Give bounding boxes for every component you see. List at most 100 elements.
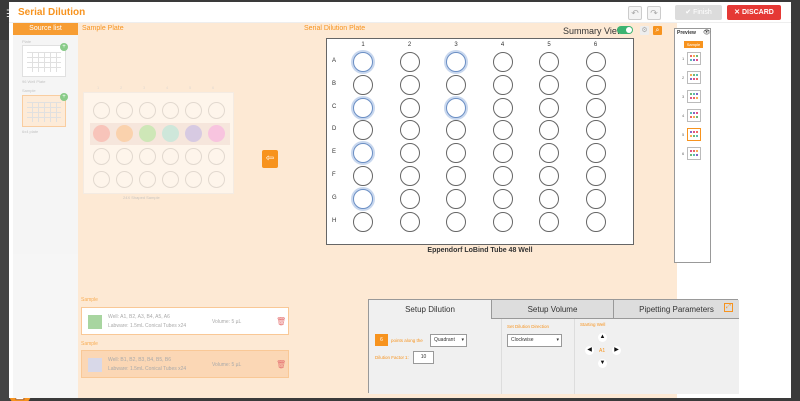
plate-well[interactable] (539, 143, 559, 164)
settings-icon[interactable]: ⚙ (640, 26, 649, 35)
tab-pipetting-parameters[interactable]: Pipetting Parameters (614, 300, 739, 319)
plate-well[interactable] (446, 211, 466, 232)
plate-well[interactable] (446, 97, 466, 118)
plate-well[interactable] (353, 120, 373, 141)
plate-well[interactable] (353, 166, 373, 186)
plate-well[interactable] (446, 120, 466, 141)
plate-well[interactable] (353, 74, 373, 95)
plate-well[interactable] (539, 120, 559, 141)
plate-well[interactable] (585, 52, 606, 72)
plate-well[interactable] (446, 166, 466, 186)
expand-icon[interactable]: ⤢ (724, 303, 733, 312)
plate-well[interactable] (492, 120, 513, 141)
sample-well[interactable] (93, 102, 110, 119)
plate-well[interactable] (399, 166, 420, 186)
sample-well[interactable] (116, 102, 133, 119)
sample-well[interactable] (93, 125, 110, 142)
plate-well[interactable] (353, 211, 373, 232)
sample-well[interactable] (185, 125, 202, 142)
sample-well[interactable] (185, 171, 202, 188)
plate-well[interactable] (446, 188, 466, 209)
sample-well[interactable] (116, 125, 133, 142)
plate-well[interactable] (399, 188, 420, 209)
eye-icon[interactable]: 👁 (703, 29, 711, 36)
plate-well[interactable] (539, 188, 559, 209)
direction-select[interactable]: Clockwise ▾ (507, 334, 562, 347)
plate-well[interactable] (585, 97, 606, 118)
sample-well[interactable] (139, 148, 156, 165)
plate-well[interactable] (399, 211, 420, 232)
plate-well[interactable] (585, 143, 606, 164)
plate-well[interactable] (353, 52, 373, 72)
plate-well[interactable] (492, 97, 513, 118)
sample-well[interactable] (185, 102, 202, 119)
dilution-factor-input[interactable]: 10 (413, 351, 434, 364)
plate-well[interactable] (399, 120, 420, 141)
sample-well[interactable] (162, 171, 179, 188)
tab-setup-volume[interactable]: Setup Volume (492, 300, 614, 319)
transfer-arrow-button[interactable]: ⇦ (262, 150, 278, 168)
plate-well[interactable] (492, 52, 513, 72)
sample-well[interactable] (208, 125, 225, 142)
plate-well[interactable] (353, 97, 373, 118)
sample-well[interactable] (185, 148, 202, 165)
arrow-up-icon[interactable]: ▲ (598, 333, 607, 342)
sample-well[interactable] (162, 148, 179, 165)
sample-well[interactable] (162, 125, 179, 142)
sample-well[interactable] (93, 171, 110, 188)
plate-well[interactable] (585, 120, 606, 141)
sample-well[interactable] (208, 171, 225, 188)
preview-step-thumbnail[interactable] (687, 128, 701, 141)
trash-icon[interactable]: 🗑 (276, 360, 286, 369)
orientation-select[interactable]: Quadrant ▾ (430, 334, 467, 347)
plate-well[interactable] (353, 188, 373, 209)
sample-well[interactable] (139, 102, 156, 119)
sample-well[interactable] (116, 148, 133, 165)
plate-well[interactable] (399, 74, 420, 95)
sample-card[interactable]: Well: A1, B2, A3, B4, A5, A6 Labware: 1.… (81, 307, 289, 335)
preview-step-thumbnail[interactable] (687, 90, 701, 103)
sample-well[interactable] (208, 148, 225, 165)
sample-well[interactable] (116, 171, 133, 188)
sample-well[interactable] (208, 102, 225, 119)
source-item-plate[interactable]: + (22, 43, 68, 77)
arrow-down-icon[interactable]: ▼ (598, 359, 607, 368)
search-icon[interactable]: ⌕ (653, 26, 662, 35)
plate-well[interactable] (399, 143, 420, 164)
plate-well[interactable] (399, 52, 420, 72)
discard-button[interactable]: ✕ DISCARD (727, 5, 781, 20)
sample-plate[interactable]: 1 2 3 4 5 6 (83, 85, 234, 194)
plate-well[interactable] (539, 211, 559, 232)
undo-icon[interactable]: ↶ (628, 6, 642, 20)
add-icon[interactable]: + (60, 93, 68, 101)
arrow-left-icon[interactable]: ◀ (585, 346, 594, 355)
plate-well[interactable] (585, 166, 606, 186)
add-icon[interactable]: + (60, 43, 68, 51)
plate-well[interactable] (492, 211, 513, 232)
plate-well[interactable] (492, 188, 513, 209)
sample-well[interactable] (139, 125, 156, 142)
plate-well[interactable] (446, 143, 466, 164)
summary-view-toggle[interactable] (617, 26, 633, 34)
preview-step-thumbnail[interactable] (687, 71, 701, 84)
plate-well[interactable] (539, 74, 559, 95)
sample-well[interactable] (93, 148, 110, 165)
sample-well[interactable] (139, 171, 156, 188)
plate-well[interactable] (446, 52, 466, 72)
plate-well[interactable] (353, 143, 373, 164)
plate-well[interactable] (492, 74, 513, 95)
sample-well[interactable] (162, 102, 179, 119)
plate-well[interactable] (399, 97, 420, 118)
plate-well[interactable] (539, 166, 559, 186)
plate-well[interactable] (585, 74, 606, 95)
finish-button[interactable]: ✔ Finish (675, 5, 722, 20)
plate-well[interactable] (585, 211, 606, 232)
plate-well[interactable] (492, 143, 513, 164)
preview-step-thumbnail[interactable] (687, 147, 701, 160)
arrow-right-icon[interactable]: ▶ (612, 346, 621, 355)
plate-well[interactable] (539, 52, 559, 72)
redo-icon[interactable]: ↷ (647, 6, 661, 20)
points-count[interactable]: 6 (375, 334, 388, 346)
sample-card[interactable]: Well: B1, B2, B3, B4, B5, B6 Labware: 1.… (81, 350, 289, 378)
trash-icon[interactable]: 🗑 (276, 317, 286, 326)
